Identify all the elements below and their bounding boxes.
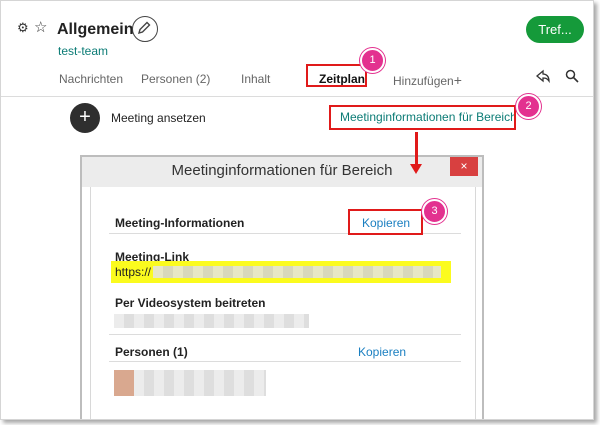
annotation-arrow-head <box>410 164 422 174</box>
redacted-link <box>153 266 441 278</box>
tab-hinzufuegen-label: Hinzufügen <box>393 74 454 88</box>
close-icon[interactable]: × <box>450 157 478 176</box>
annotation-box-copy <box>348 209 423 235</box>
schedule-meeting-button[interactable]: + <box>70 103 100 133</box>
annotation-box-zeitplan <box>306 64 367 87</box>
divider <box>109 334 461 335</box>
edit-button[interactable] <box>132 16 158 42</box>
star-icon[interactable]: ☆ <box>34 18 47 36</box>
meeting-link-value[interactable]: https:// <box>115 265 151 279</box>
copy-persons-button[interactable]: Kopieren <box>358 345 406 359</box>
dialog-header: Meetinginformationen für Bereich × <box>82 157 482 187</box>
divider <box>109 361 461 362</box>
share-icon[interactable] <box>535 69 550 86</box>
tab-nachrichten[interactable]: Nachrichten <box>59 72 123 86</box>
annotation-badge-2: 2 <box>516 94 541 119</box>
tab-personen[interactable]: Personen (2) <box>141 72 210 86</box>
tab-divider <box>1 96 593 97</box>
annotation-arrow <box>415 132 418 167</box>
schedule-meeting-label[interactable]: Meeting ansetzen <box>111 111 206 125</box>
dialog-title: Meetinginformationen für Bereich <box>171 162 393 179</box>
persons-label: Personen (1) <box>115 345 188 359</box>
pencil-icon <box>137 21 151 35</box>
team-name[interactable]: test-team <box>58 44 108 58</box>
redacted-person <box>114 370 266 396</box>
meeting-info-label: Meeting-Informationen <box>115 216 245 230</box>
tab-inhalt[interactable]: Inhalt <box>241 72 270 86</box>
tab-hinzufuegen[interactable]: Hinzufügen+ <box>393 72 462 88</box>
plus-icon: + <box>453 72 462 88</box>
video-system-label: Per Videosystem beitreten <box>115 296 266 310</box>
annotation-badge-1: 1 <box>360 48 385 73</box>
meet-button[interactable]: Tref... <box>526 16 584 43</box>
gear-icon[interactable]: ⚙ <box>17 20 29 36</box>
app-window: ⚙ ☆ Allgemein test-team Tref... Nachrich… <box>0 0 594 420</box>
annotation-box-info-link <box>329 105 516 130</box>
page-title: Allgemein <box>57 21 134 38</box>
search-icon[interactable] <box>565 69 579 86</box>
redacted-video-address <box>114 314 309 328</box>
avatar <box>114 370 134 396</box>
annotation-badge-3: 3 <box>422 199 447 224</box>
